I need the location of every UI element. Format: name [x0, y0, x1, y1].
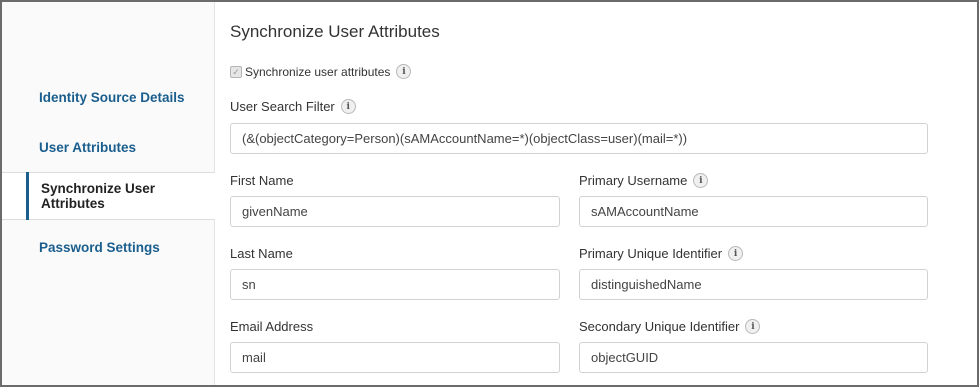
email-address-label-row: Email Address	[230, 319, 313, 334]
primary-unique-id-input[interactable]: distinguishedName	[579, 269, 928, 300]
info-icon[interactable]: i	[340, 99, 356, 114]
primary-unique-id-value: distinguishedName	[591, 277, 702, 292]
first-name-value: givenName	[242, 204, 308, 219]
first-name-input[interactable]: givenName	[230, 196, 560, 227]
sidebar-item-user-attributes[interactable]: User Attributes	[2, 123, 214, 171]
search-filter-label: User Search Filter	[230, 99, 335, 114]
sidebar-item-synchronize-user-attributes[interactable]: Synchronize User Attributes	[2, 172, 215, 220]
last-name-label: Last Name	[230, 246, 293, 261]
secondary-unique-id-value: objectGUID	[591, 350, 659, 365]
sync-attributes-label: Synchronize user attributes	[245, 64, 391, 79]
last-name-input[interactable]: sn	[230, 269, 560, 300]
secondary-unique-id-input[interactable]: objectGUID	[579, 342, 928, 373]
sidebar-item-label: User Attributes	[39, 139, 137, 155]
primary-username-label-row: Primary Username i	[579, 173, 709, 188]
sidebar: Identity Source Details User Attributes …	[2, 2, 215, 385]
search-filter-value: (&(objectCategory=Person)(sAMAccountName…	[242, 131, 688, 146]
primary-unique-id-label: Primary Unique Identifier	[579, 246, 723, 261]
email-address-value: mail	[242, 350, 266, 365]
primary-username-value: sAMAccountName	[591, 204, 699, 219]
first-name-label-row: First Name	[230, 173, 294, 188]
sidebar-item-label: Identity Source Details	[39, 89, 185, 105]
sidebar-item-password-settings[interactable]: Password Settings	[2, 223, 214, 271]
sidebar-item-label: Password Settings	[39, 239, 160, 255]
primary-username-label: Primary Username	[579, 173, 688, 188]
page-title: Synchronize User Attributes	[230, 22, 440, 41]
sync-attributes-checkbox[interactable]: ✓	[230, 65, 242, 78]
email-address-label: Email Address	[230, 319, 314, 334]
last-name-label-row: Last Name	[230, 246, 293, 261]
secondary-unique-id-label-row: Secondary Unique Identifier i	[579, 319, 761, 334]
email-address-input[interactable]: mail	[230, 342, 560, 373]
sidebar-item-identity-source-details[interactable]: Identity Source Details	[2, 73, 214, 121]
sidebar-item-label: Synchronize User Attributes	[41, 181, 156, 211]
first-name-label: First Name	[230, 173, 294, 188]
primary-username-input[interactable]: sAMAccountName	[579, 196, 928, 227]
sync-attributes-row: ✓ Synchronize user attributes i	[230, 64, 412, 79]
main-content: Synchronize User Attributes ✓ Synchroniz…	[230, 2, 977, 385]
info-icon[interactable]: i	[693, 173, 709, 188]
info-icon[interactable]: i	[745, 319, 761, 334]
info-icon[interactable]: i	[728, 246, 744, 261]
secondary-unique-id-label: Secondary Unique Identifier	[579, 319, 740, 334]
last-name-value: sn	[242, 277, 256, 292]
primary-unique-id-label-row: Primary Unique Identifier i	[579, 246, 744, 261]
settings-panel: Identity Source Details User Attributes …	[0, 0, 979, 387]
search-filter-label-row: User Search Filter i	[230, 99, 356, 114]
info-icon[interactable]: i	[396, 64, 412, 79]
search-filter-input[interactable]: (&(objectCategory=Person)(sAMAccountName…	[230, 123, 928, 154]
